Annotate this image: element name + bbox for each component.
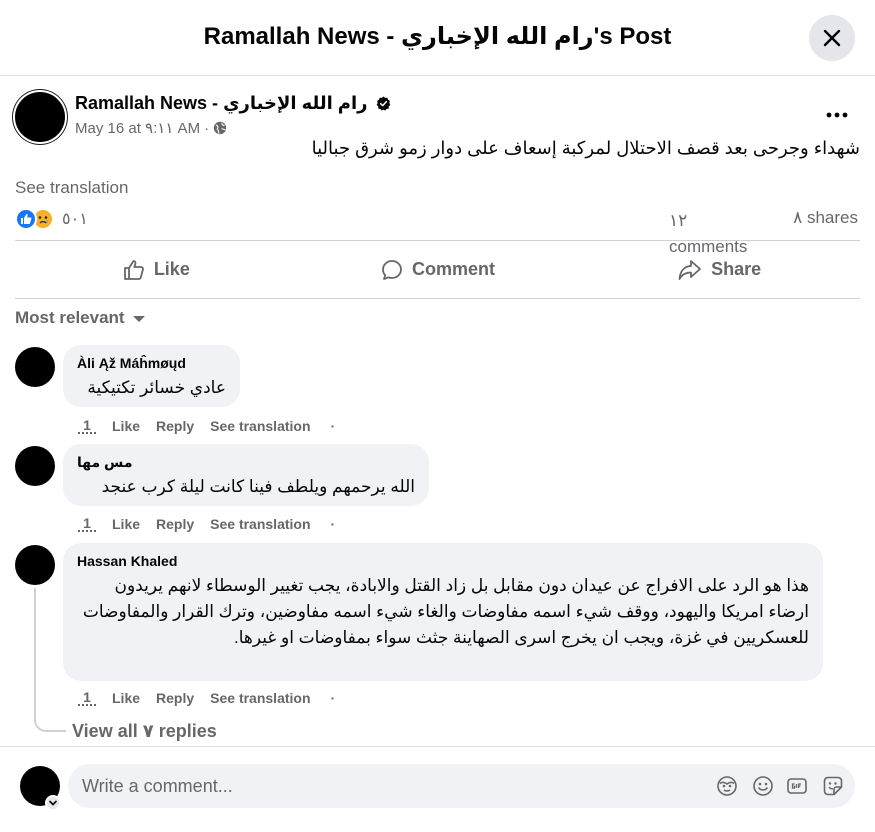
gif-button[interactable] — [786, 775, 808, 797]
comment-text: هذا هو الرد على الافراج عن عيدان دون مقا… — [82, 576, 809, 647]
emoji-icon — [753, 776, 773, 796]
shares-count[interactable]: ٨ shares — [793, 208, 858, 228]
like-button-label: Like — [153, 259, 190, 279]
reply-thread-line — [34, 588, 36, 720]
post-timestamp-row: May 16 at ٩:١١ AM · — [75, 119, 227, 137]
page-avatar[interactable] — [15, 92, 65, 142]
comment-text: عادي خسائر تكتيكية — [87, 378, 226, 397]
emoji-button[interactable] — [752, 775, 774, 797]
view-replies-link[interactable]: View all ٧ replies — [72, 721, 217, 742]
avatar-sticker-button[interactable] — [716, 775, 738, 797]
comment-author[interactable]: مس مها — [77, 452, 415, 472]
comment-reply-button[interactable]: Reply — [156, 516, 194, 532]
avatar-sticker-icon — [717, 776, 737, 796]
post-action-bar: Like Comment Share — [15, 241, 860, 298]
comment-bubble: Hassan Khaled هذا هو الرد على الافراج عن… — [63, 543, 823, 681]
comment-see-translation[interactable]: See translation — [210, 516, 310, 532]
comment-author[interactable]: Àli Ąž Máĥmøųd — [77, 353, 226, 373]
post-options-button[interactable] — [822, 100, 852, 130]
comment-like-button[interactable]: Like — [112, 516, 140, 532]
comment-reply-button[interactable]: Reply — [156, 418, 194, 434]
comment-separator: · — [330, 418, 336, 434]
comment-actions: 1 Like Reply See translation · — [78, 516, 351, 532]
caret-down-icon — [132, 316, 145, 322]
verified-badge-icon — [376, 96, 390, 111]
comment-actions: 1 Like Reply See translation · — [78, 690, 351, 706]
comment-like-button[interactable]: Like — [112, 690, 140, 706]
thumbs-up-icon — [123, 259, 144, 280]
gif-icon — [787, 778, 807, 794]
commenter-avatar[interactable] — [15, 347, 55, 387]
comment-author[interactable]: Hassan Khaled — [77, 551, 809, 571]
reactions-summary[interactable]: ٥٠١ — [15, 208, 88, 230]
sticker-button[interactable] — [822, 775, 844, 797]
dialog-title: Ramallah News - رام الله الإخباري's Post — [203, 23, 672, 50]
comment-composer — [68, 764, 855, 808]
share-button[interactable]: Share — [578, 241, 860, 298]
page-name[interactable]: Ramallah News - رام الله الإخباري — [75, 93, 368, 114]
comment-text: الله يرحمهم ويلطف فينا كانت ليلة كرب عنج… — [101, 477, 415, 496]
divider — [15, 298, 860, 299]
comment-input[interactable] — [82, 764, 682, 808]
sticker-icon — [823, 776, 843, 796]
close-icon — [823, 29, 841, 47]
comment-see-translation[interactable]: See translation — [210, 690, 310, 706]
comment-button-label: Comment — [412, 259, 496, 279]
profile-switch-button[interactable] — [45, 795, 61, 811]
dialog-header: Ramallah News - رام الله الإخباري's Post — [0, 0, 875, 76]
globe-icon — [213, 121, 227, 135]
comment-bubble: مس مها الله يرحمهم ويلطف فينا كانت ليلة … — [63, 444, 429, 506]
comment-like-button[interactable]: Like — [112, 418, 140, 434]
page-name-row: Ramallah News - رام الله الإخباري — [75, 93, 391, 114]
close-button[interactable] — [809, 15, 855, 61]
share-button-label: Share — [711, 259, 762, 279]
commenter-avatar[interactable] — [15, 545, 55, 585]
comment-bubble: Àli Ąž Máĥmøųd عادي خسائر تكتيكية — [63, 345, 240, 407]
comment-bubble-icon — [382, 259, 402, 280]
comment-separator: · — [330, 690, 336, 706]
see-translation-link[interactable]: See translation — [15, 178, 128, 198]
reply-thread-connector — [34, 716, 66, 732]
post-timestamp[interactable]: May 16 at ٩:١١ AM — [75, 119, 200, 137]
comment-separator: · — [330, 516, 336, 532]
comment-sort-label: Most relevant — [15, 308, 125, 327]
comment-timestamp[interactable]: 1 — [78, 418, 96, 434]
comment-see-translation[interactable]: See translation — [210, 418, 310, 434]
composer-divider — [0, 746, 875, 747]
share-arrow-icon — [678, 259, 702, 280]
comment-button[interactable]: Comment — [297, 241, 579, 298]
comment-actions: 1 Like Reply See translation · — [78, 418, 351, 434]
chevron-down-icon — [49, 800, 57, 806]
like-reaction-icon — [15, 208, 37, 230]
more-options-icon — [826, 112, 848, 118]
comment-timestamp[interactable]: 1 — [78, 516, 96, 532]
timestamp-separator: · — [204, 119, 210, 137]
comment-reply-button[interactable]: Reply — [156, 690, 194, 706]
like-button[interactable]: Like — [15, 241, 297, 298]
reaction-count: ٥٠١ — [62, 211, 88, 228]
comment-timestamp[interactable]: 1 — [78, 690, 96, 706]
commenter-avatar[interactable] — [15, 446, 55, 486]
post-text: شهداء وجرحى بعد قصف الاحتلال لمركبة إسعا… — [311, 138, 860, 158]
comment-sort-dropdown[interactable]: Most relevant — [15, 308, 145, 328]
